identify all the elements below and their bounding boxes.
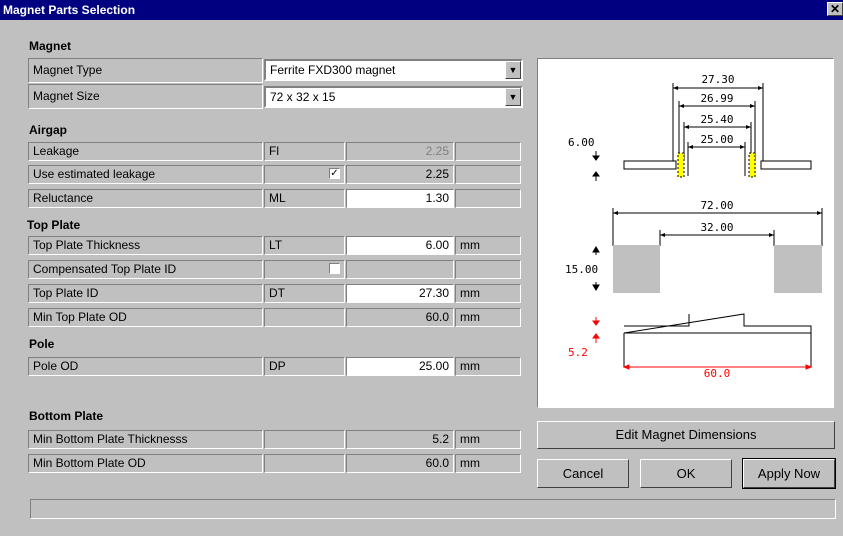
min-top-plate-od-symbol <box>264 308 345 327</box>
use-estimated-leakage-checkbox[interactable]: ✓ <box>329 168 340 180</box>
min-bottom-plate-thickness-label: Min Bottom Plate Thicknesss <box>28 430 263 449</box>
magnet-type-value: Ferrite FXD300 magnet <box>270 63 396 77</box>
reluctance-label: Reluctance <box>28 189 263 208</box>
edit-magnet-dimensions-button[interactable]: Edit Magnet Dimensions <box>537 421 835 449</box>
reluctance-unit <box>455 189 521 208</box>
min-bottom-plate-od-unit: mm <box>455 454 521 473</box>
reluctance-input[interactable]: 1.30 <box>346 189 454 208</box>
compensated-top-plate-id-checkbox[interactable] <box>329 263 340 275</box>
top-plate-thickness-symbol: LT <box>264 236 345 255</box>
section-airgap: Airgap <box>29 123 68 137</box>
top-plate-id-unit: mm <box>455 284 521 303</box>
dim-label-32-00: 32.00 <box>700 221 733 234</box>
chevron-down-icon[interactable]: ▼ <box>505 88 521 106</box>
magnet-right-block <box>774 245 822 293</box>
use-estimated-leakage-cell: ✓ <box>264 165 345 184</box>
cancel-button[interactable]: Cancel <box>537 459 629 488</box>
magnet-cross-section-diagram: 27.30 26.99 25.40 25.00 6.00 72.00 32.00… <box>565 73 823 380</box>
leakage-label: Leakage <box>28 142 263 161</box>
min-bottom-plate-thickness-value: 5.2 <box>346 430 454 449</box>
magnet-type-select[interactable]: Ferrite FXD300 magnet ▼ <box>264 59 523 81</box>
dim-label-25-40: 25.40 <box>700 113 733 126</box>
top-plate-thickness-label: Top Plate Thickness <box>28 236 263 255</box>
window-title: Magnet Parts Selection <box>3 3 136 17</box>
dim-label-27-30: 27.30 <box>701 73 734 86</box>
compensated-top-plate-id-label: Compensated Top Plate ID <box>28 260 263 279</box>
compensated-top-plate-id-cell <box>264 260 345 279</box>
min-bottom-plate-od-value: 60.0 <box>346 454 454 473</box>
min-bottom-plate-thickness-symbol <box>264 430 345 449</box>
leakage-unit <box>455 142 521 161</box>
min-bottom-plate-od-label: Min Bottom Plate OD <box>28 454 263 473</box>
chevron-down-icon[interactable]: ▼ <box>505 61 521 79</box>
pole-od-label: Pole OD <box>28 357 263 376</box>
magnet-type-label: Magnet Type <box>28 58 263 83</box>
dim-label-top-thickness: 6.00 <box>568 136 595 149</box>
min-top-plate-od-value: 60.0 <box>346 308 454 327</box>
use-estimated-leakage-unit <box>455 165 521 184</box>
leakage-symbol: Fl <box>264 142 345 161</box>
min-bottom-plate-od-symbol <box>264 454 345 473</box>
voice-coil-right <box>748 152 756 178</box>
dim-label-72-00: 72.00 <box>700 199 733 212</box>
title-bar: Magnet Parts Selection ✕ <box>0 0 843 20</box>
close-button[interactable]: ✕ <box>827 2 843 16</box>
pole-od-symbol: DP <box>264 357 345 376</box>
compensated-top-plate-id-unit <box>455 260 521 279</box>
top-plate-id-label: Top Plate ID <box>28 284 263 303</box>
dim-label-magnet-height: 15.00 <box>565 263 598 276</box>
top-plate-id-symbol: DT <box>264 284 345 303</box>
section-magnet: Magnet <box>29 39 71 53</box>
top-plate-id-input[interactable]: 27.30 <box>346 284 454 303</box>
section-pole: Pole <box>29 337 55 351</box>
min-top-plate-od-unit: mm <box>455 308 521 327</box>
use-estimated-leakage-label: Use estimated leakage <box>28 165 263 184</box>
magnet-left-block <box>613 245 660 293</box>
top-plate-thickness-unit: mm <box>455 236 521 255</box>
magnet-size-label: Magnet Size <box>28 84 263 109</box>
dim-label-25-00: 25.00 <box>700 133 733 146</box>
dim-label-26-99: 26.99 <box>700 92 733 105</box>
pole-od-input[interactable]: 25.00 <box>346 357 454 376</box>
section-top-plate: Top Plate <box>27 218 81 232</box>
magnet-size-select[interactable]: 72 x 32 x 15 ▼ <box>264 86 523 108</box>
dim-label-bottom-thickness: 5.2 <box>568 346 588 359</box>
min-bottom-plate-thickness-unit: mm <box>455 430 521 449</box>
section-bottom-plate: Bottom Plate <box>29 409 104 423</box>
pole-od-unit: mm <box>455 357 521 376</box>
close-icon: ✕ <box>829 2 841 16</box>
use-estimated-leakage-value: 2.25 <box>346 165 454 184</box>
reluctance-symbol: ML <box>264 189 345 208</box>
apply-now-button[interactable]: Apply Now <box>742 458 836 489</box>
voice-coil-left <box>677 152 685 178</box>
dim-label-bottom-od: 60.0 <box>704 367 731 380</box>
compensated-top-plate-id-value <box>346 260 454 279</box>
ok-button[interactable]: OK <box>640 459 732 488</box>
top-plate-thickness-input[interactable]: 6.00 <box>346 236 454 255</box>
magnet-size-value: 72 x 32 x 15 <box>270 90 336 104</box>
leakage-value: 2.25 <box>346 142 454 161</box>
status-bar <box>30 499 836 519</box>
magnet-diagram-panel: 27.30 26.99 25.40 25.00 6.00 72.00 32.00… <box>537 58 834 408</box>
min-top-plate-od-label: Min Top Plate OD <box>28 308 263 327</box>
